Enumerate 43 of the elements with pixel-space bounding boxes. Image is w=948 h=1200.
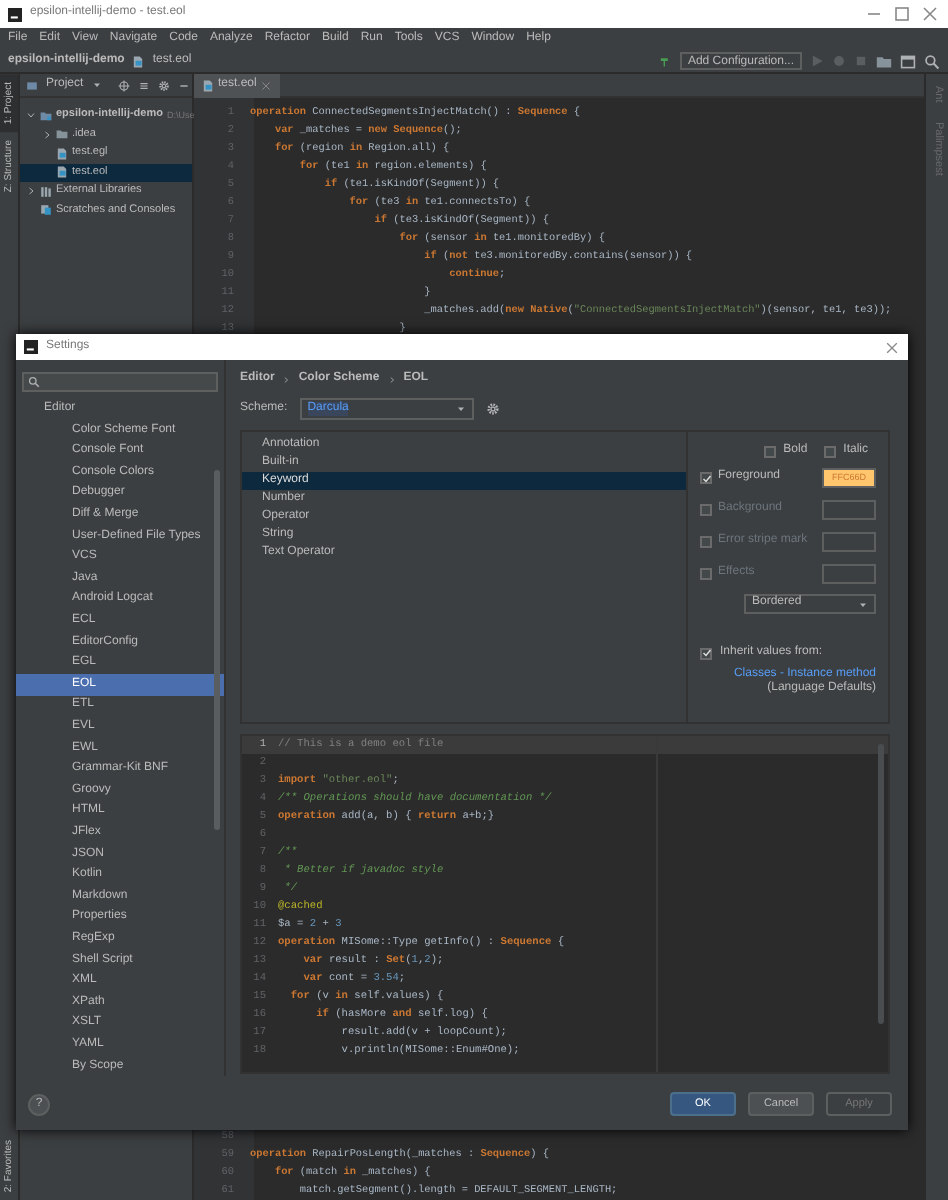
- app-logo-icon: [24, 340, 38, 354]
- scratch-icon: [40, 204, 52, 217]
- search-icon[interactable]: [924, 53, 940, 69]
- check-icon: [701, 648, 711, 659]
- color-swatch[interactable]: [822, 532, 876, 552]
- color-swatch[interactable]: [822, 564, 876, 584]
- checkbox[interactable]: [700, 504, 712, 516]
- collapse-icon[interactable]: [137, 79, 150, 91]
- checkbox[interactable]: [763, 446, 776, 458]
- close-icon[interactable]: [920, 4, 940, 24]
- stop-icon[interactable]: [854, 54, 868, 68]
- library-icon: [40, 185, 52, 198]
- checkbox[interactable]: [700, 647, 712, 660]
- caret-icon[interactable]: [91, 80, 102, 90]
- color-swatch[interactable]: [822, 500, 876, 520]
- checkbox[interactable]: [700, 472, 712, 484]
- close-icon[interactable]: [884, 339, 900, 355]
- checkbox[interactable]: [700, 536, 712, 548]
- settings-icon[interactable]: [157, 79, 170, 91]
- search-icon: [28, 376, 40, 388]
- file-icon: [56, 147, 68, 160]
- project-icon: [26, 79, 38, 91]
- target-icon[interactable]: [117, 79, 130, 91]
- caret-icon: [858, 599, 868, 609]
- maximize-icon[interactable]: [892, 4, 912, 24]
- file-icon: [132, 55, 145, 67]
- check-icon: [701, 473, 711, 483]
- search-field[interactable]: [22, 372, 218, 392]
- minimize-icon[interactable]: [177, 79, 190, 91]
- play-icon[interactable]: [810, 54, 824, 68]
- close-icon[interactable]: [260, 80, 273, 92]
- checkbox[interactable]: [823, 446, 836, 458]
- checkbox[interactable]: [700, 568, 712, 580]
- caret-icon: [455, 404, 466, 414]
- module-icon: [40, 109, 52, 122]
- window-icon[interactable]: [900, 53, 916, 69]
- scrollbar-thumb[interactable]: [878, 744, 884, 1024]
- file-icon: [56, 166, 68, 179]
- app-logo-icon: [8, 7, 22, 21]
- settings-icon[interactable]: [485, 402, 500, 416]
- folder-icon: [56, 128, 68, 141]
- file-icon: [202, 80, 214, 92]
- chevron-icon: [26, 186, 36, 197]
